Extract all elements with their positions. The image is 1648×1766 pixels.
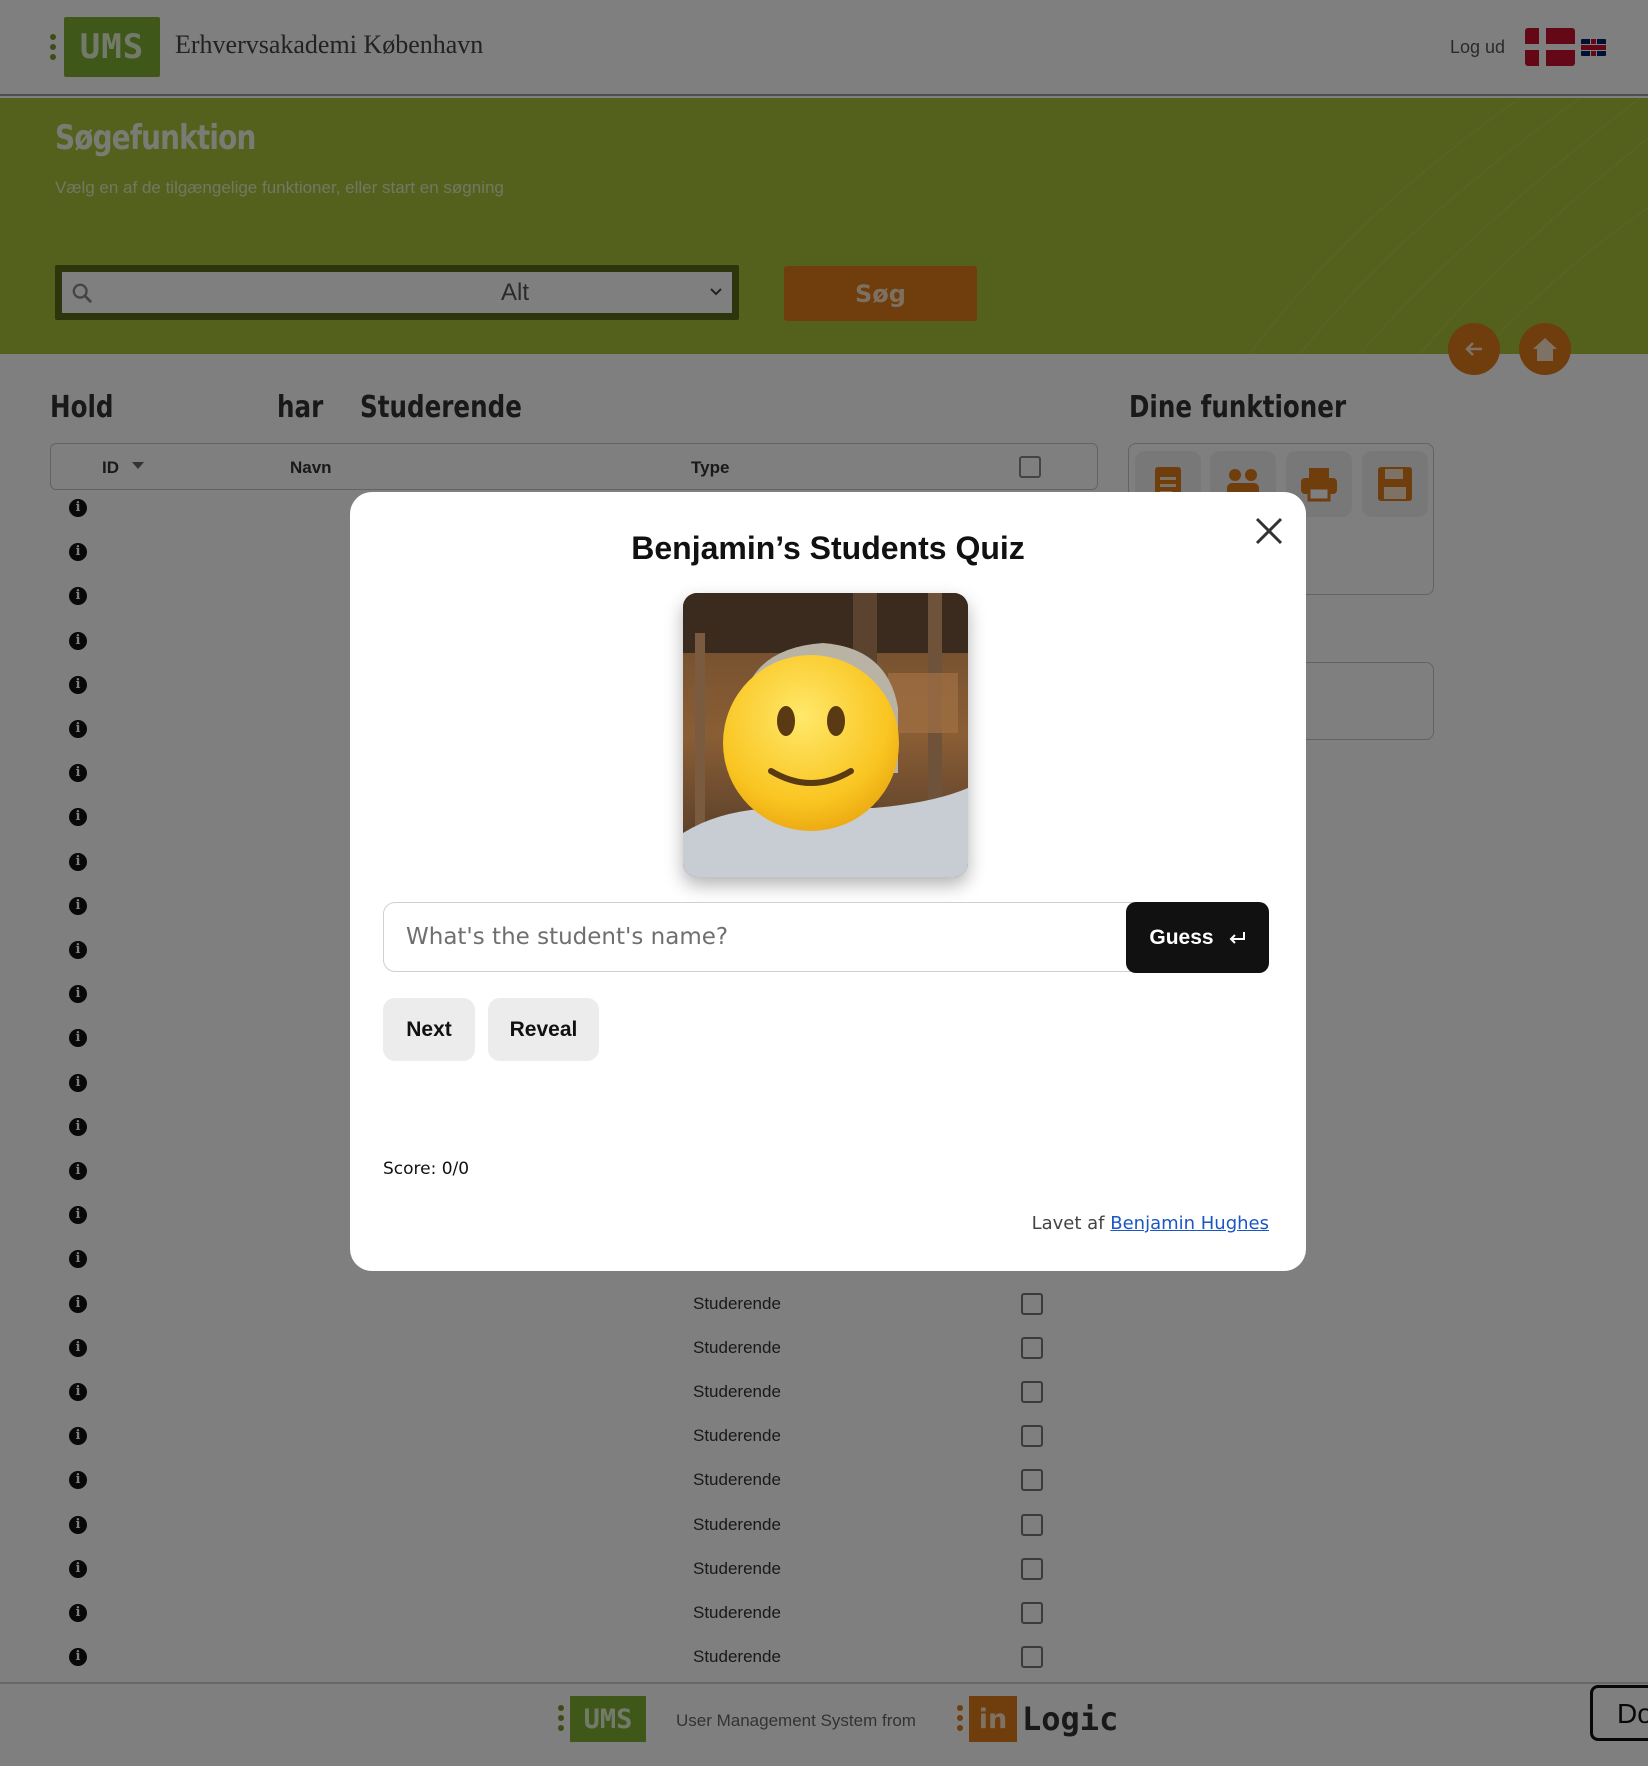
student-photo-image bbox=[683, 593, 968, 877]
credit-line: Lavet af Benjamin Hughes bbox=[1032, 1213, 1269, 1234]
student-name-input[interactable] bbox=[383, 902, 1173, 972]
guess-button-label: Guess bbox=[1149, 925, 1214, 949]
reveal-button[interactable]: Reveal bbox=[488, 998, 599, 1061]
score-display: Score: 0/0 bbox=[383, 1159, 470, 1179]
close-icon[interactable] bbox=[1252, 514, 1286, 548]
quiz-modal: Benjamin’s Students Quiz What's the stud… bbox=[350, 492, 1306, 1271]
guess-button[interactable]: Guess bbox=[1126, 902, 1269, 973]
enter-key-icon bbox=[1229, 931, 1245, 944]
quiz-title: Benjamin’s Students Quiz bbox=[631, 530, 1025, 566]
author-link[interactable]: Benjamin Hughes bbox=[1110, 1213, 1269, 1234]
credit-prefix: Lavet af bbox=[1031, 1213, 1105, 1234]
next-button[interactable]: Next bbox=[383, 998, 475, 1061]
student-photo bbox=[683, 593, 968, 877]
